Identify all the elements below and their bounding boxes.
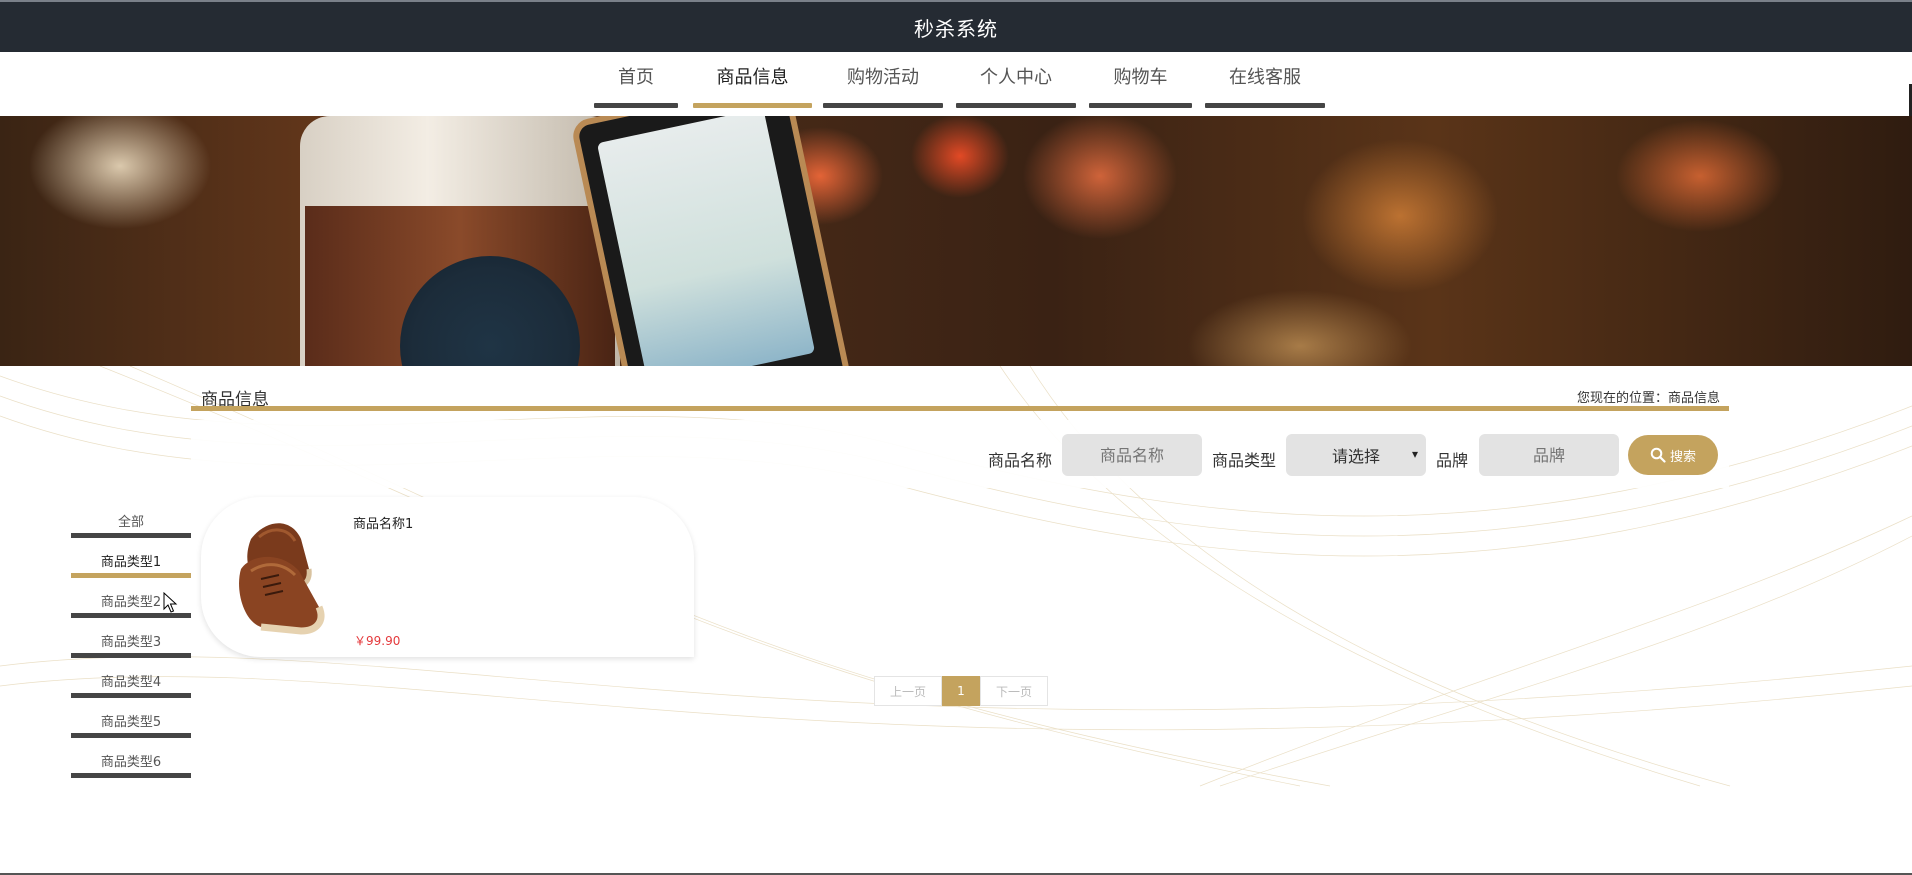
category-type-3[interactable]: 商品类型3 <box>71 635 191 658</box>
nav-item-products[interactable]: 商品信息 <box>693 66 812 108</box>
shoes-image <box>221 509 342 647</box>
page-number-current[interactable]: 1 <box>942 676 980 706</box>
nav-item-label: 个人中心 <box>980 67 1052 88</box>
category-label: 商品类型3 <box>100 635 162 650</box>
nav-underline <box>823 103 943 108</box>
product-price: ￥99.90 <box>354 634 401 648</box>
category-underline <box>71 573 191 578</box>
nav-item-personal-center[interactable]: 个人中心 <box>956 66 1076 108</box>
nav-item-shopping-activity[interactable]: 购物活动 <box>823 66 943 108</box>
category-label: 全部 <box>117 515 144 530</box>
product-name-input[interactable] <box>1062 434 1202 476</box>
category-type-1[interactable]: 商品类型1 <box>71 555 191 578</box>
chevron-down-icon: ▾ <box>1411 447 1418 461</box>
section-divider <box>191 406 1729 411</box>
top-title-bar: 秒杀系统 <box>0 0 1912 52</box>
product-type-selected: 请选择 <box>1331 447 1380 466</box>
search-button[interactable]: 搜索 <box>1628 435 1718 475</box>
prev-page-button[interactable]: 上一页 <box>874 676 942 706</box>
nav-item-label: 在线客服 <box>1229 67 1301 88</box>
app-title: 秒杀系统 <box>914 16 998 41</box>
breadcrumb: 您现在的位置：商品信息 <box>1576 391 1720 406</box>
nav-item-cart[interactable]: 购物车 <box>1089 66 1192 108</box>
category-label: 商品类型6 <box>100 755 162 770</box>
category-type-5[interactable]: 商品类型5 <box>71 715 191 738</box>
category-underline <box>71 693 191 698</box>
nav-item-home[interactable]: 首页 <box>594 66 678 108</box>
nav-item-label: 商品信息 <box>716 67 789 88</box>
category-label: 商品类型5 <box>100 715 162 730</box>
nav-underline <box>1089 103 1192 108</box>
category-type-6[interactable]: 商品类型6 <box>71 755 191 778</box>
nav-underline <box>956 103 1076 108</box>
nav-underline <box>594 103 678 108</box>
search-icon <box>1650 447 1666 463</box>
product-type-label: 商品类型 <box>1212 451 1277 470</box>
pagination: 上一页 1 下一页 <box>874 676 1048 706</box>
hero-banner <box>0 116 1912 366</box>
mouse-cursor-icon <box>163 592 178 613</box>
nav-underline <box>693 103 812 108</box>
category-underline <box>71 773 191 778</box>
nav-item-online-service[interactable]: 在线客服 <box>1205 66 1325 108</box>
nav-underline <box>1205 103 1325 108</box>
category-label: 商品类型4 <box>100 675 162 690</box>
nav-item-label: 购物活动 <box>847 67 919 88</box>
brand-label: 品牌 <box>1436 451 1469 470</box>
nav-item-label: 购物车 <box>1113 67 1168 88</box>
category-type-4[interactable]: 商品类型4 <box>71 675 191 698</box>
category-all[interactable]: 全部 <box>71 515 191 538</box>
product-image[interactable] <box>221 509 342 647</box>
next-page-button[interactable]: 下一页 <box>980 676 1048 706</box>
main-nav: 首页 商品信息 购物活动 个人中心 购物车 在线客服 <box>0 52 1912 116</box>
category-underline <box>71 533 191 538</box>
product-name[interactable]: 商品名称1 <box>353 513 413 532</box>
product-type-select[interactable]: 请选择 ▾ <box>1286 434 1426 476</box>
brand-input[interactable] <box>1479 434 1619 476</box>
category-underline <box>71 653 191 658</box>
category-label: 商品类型1 <box>100 555 162 570</box>
phone-screen <box>596 116 816 366</box>
search-button-label: 搜索 <box>1669 449 1696 465</box>
category-underline <box>71 733 191 738</box>
product-name-label: 商品名称 <box>988 451 1053 470</box>
nav-item-label: 首页 <box>618 67 654 88</box>
